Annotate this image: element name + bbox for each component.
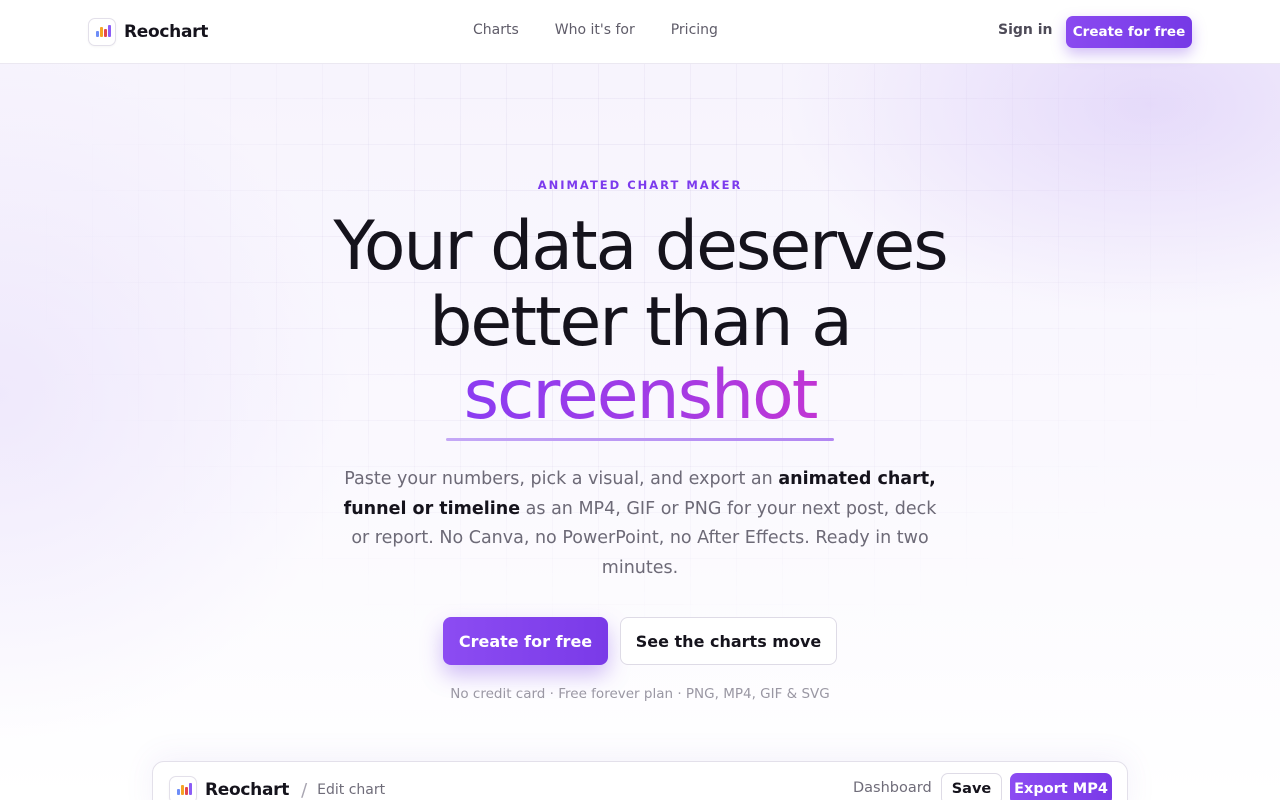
hero-eyebrow: ANIMATED CHART MAKER [537,178,743,192]
breadcrumb-edit-chart: Edit chart [317,782,386,798]
bar-chart-logo-icon [169,776,197,800]
editor-preview-card: Reochart / Edit chart Dashboard Save Exp… [152,761,1128,800]
sign-in-link[interactable]: Sign in [998,22,1053,38]
hero-create-for-free-button[interactable]: Create for free [443,617,608,665]
editor-brand: Reochart / Edit chart [169,776,385,800]
editor-brand-name: Reochart [205,780,290,800]
nav-link-who-its-for[interactable]: Who it's for [555,22,635,38]
main-nav-links: Charts Who it's for Pricing [473,22,754,38]
editor-export-mp4-button[interactable]: Export MP4 [1010,773,1112,800]
see-the-charts-move-button[interactable]: See the charts move [620,617,837,665]
editor-dashboard-link[interactable]: Dashboard [853,780,932,796]
breadcrumb-separator: / [301,779,308,800]
hero-description-text-1: Paste your numbers, pick a visual, and e… [344,469,779,489]
hero-headline-line-1: Your data deserves [333,207,948,286]
nav-link-pricing[interactable]: Pricing [671,22,718,38]
hero-description: Paste your numbers, pick a visual, and e… [340,465,940,583]
highlight-underline [446,438,834,441]
editor-save-button[interactable]: Save [941,773,1002,800]
top-nav: Reochart Charts Who it's for Pricing Sig… [0,0,1280,64]
hero-fineprint: No credit card · Free forever plan · PNG… [450,686,830,702]
bar-chart-logo-icon [88,18,116,46]
hero-headline-line-2: better than a [429,283,853,362]
brand-logo-link[interactable]: Reochart [88,18,208,46]
hero-headline-highlight: screenshot [463,356,819,435]
nav-link-charts[interactable]: Charts [473,22,519,38]
nav-create-for-free-button[interactable]: Create for free [1066,16,1192,48]
hero-headline-highlight-wrap: screenshot [0,360,1280,432]
brand-name: Reochart [124,22,209,42]
